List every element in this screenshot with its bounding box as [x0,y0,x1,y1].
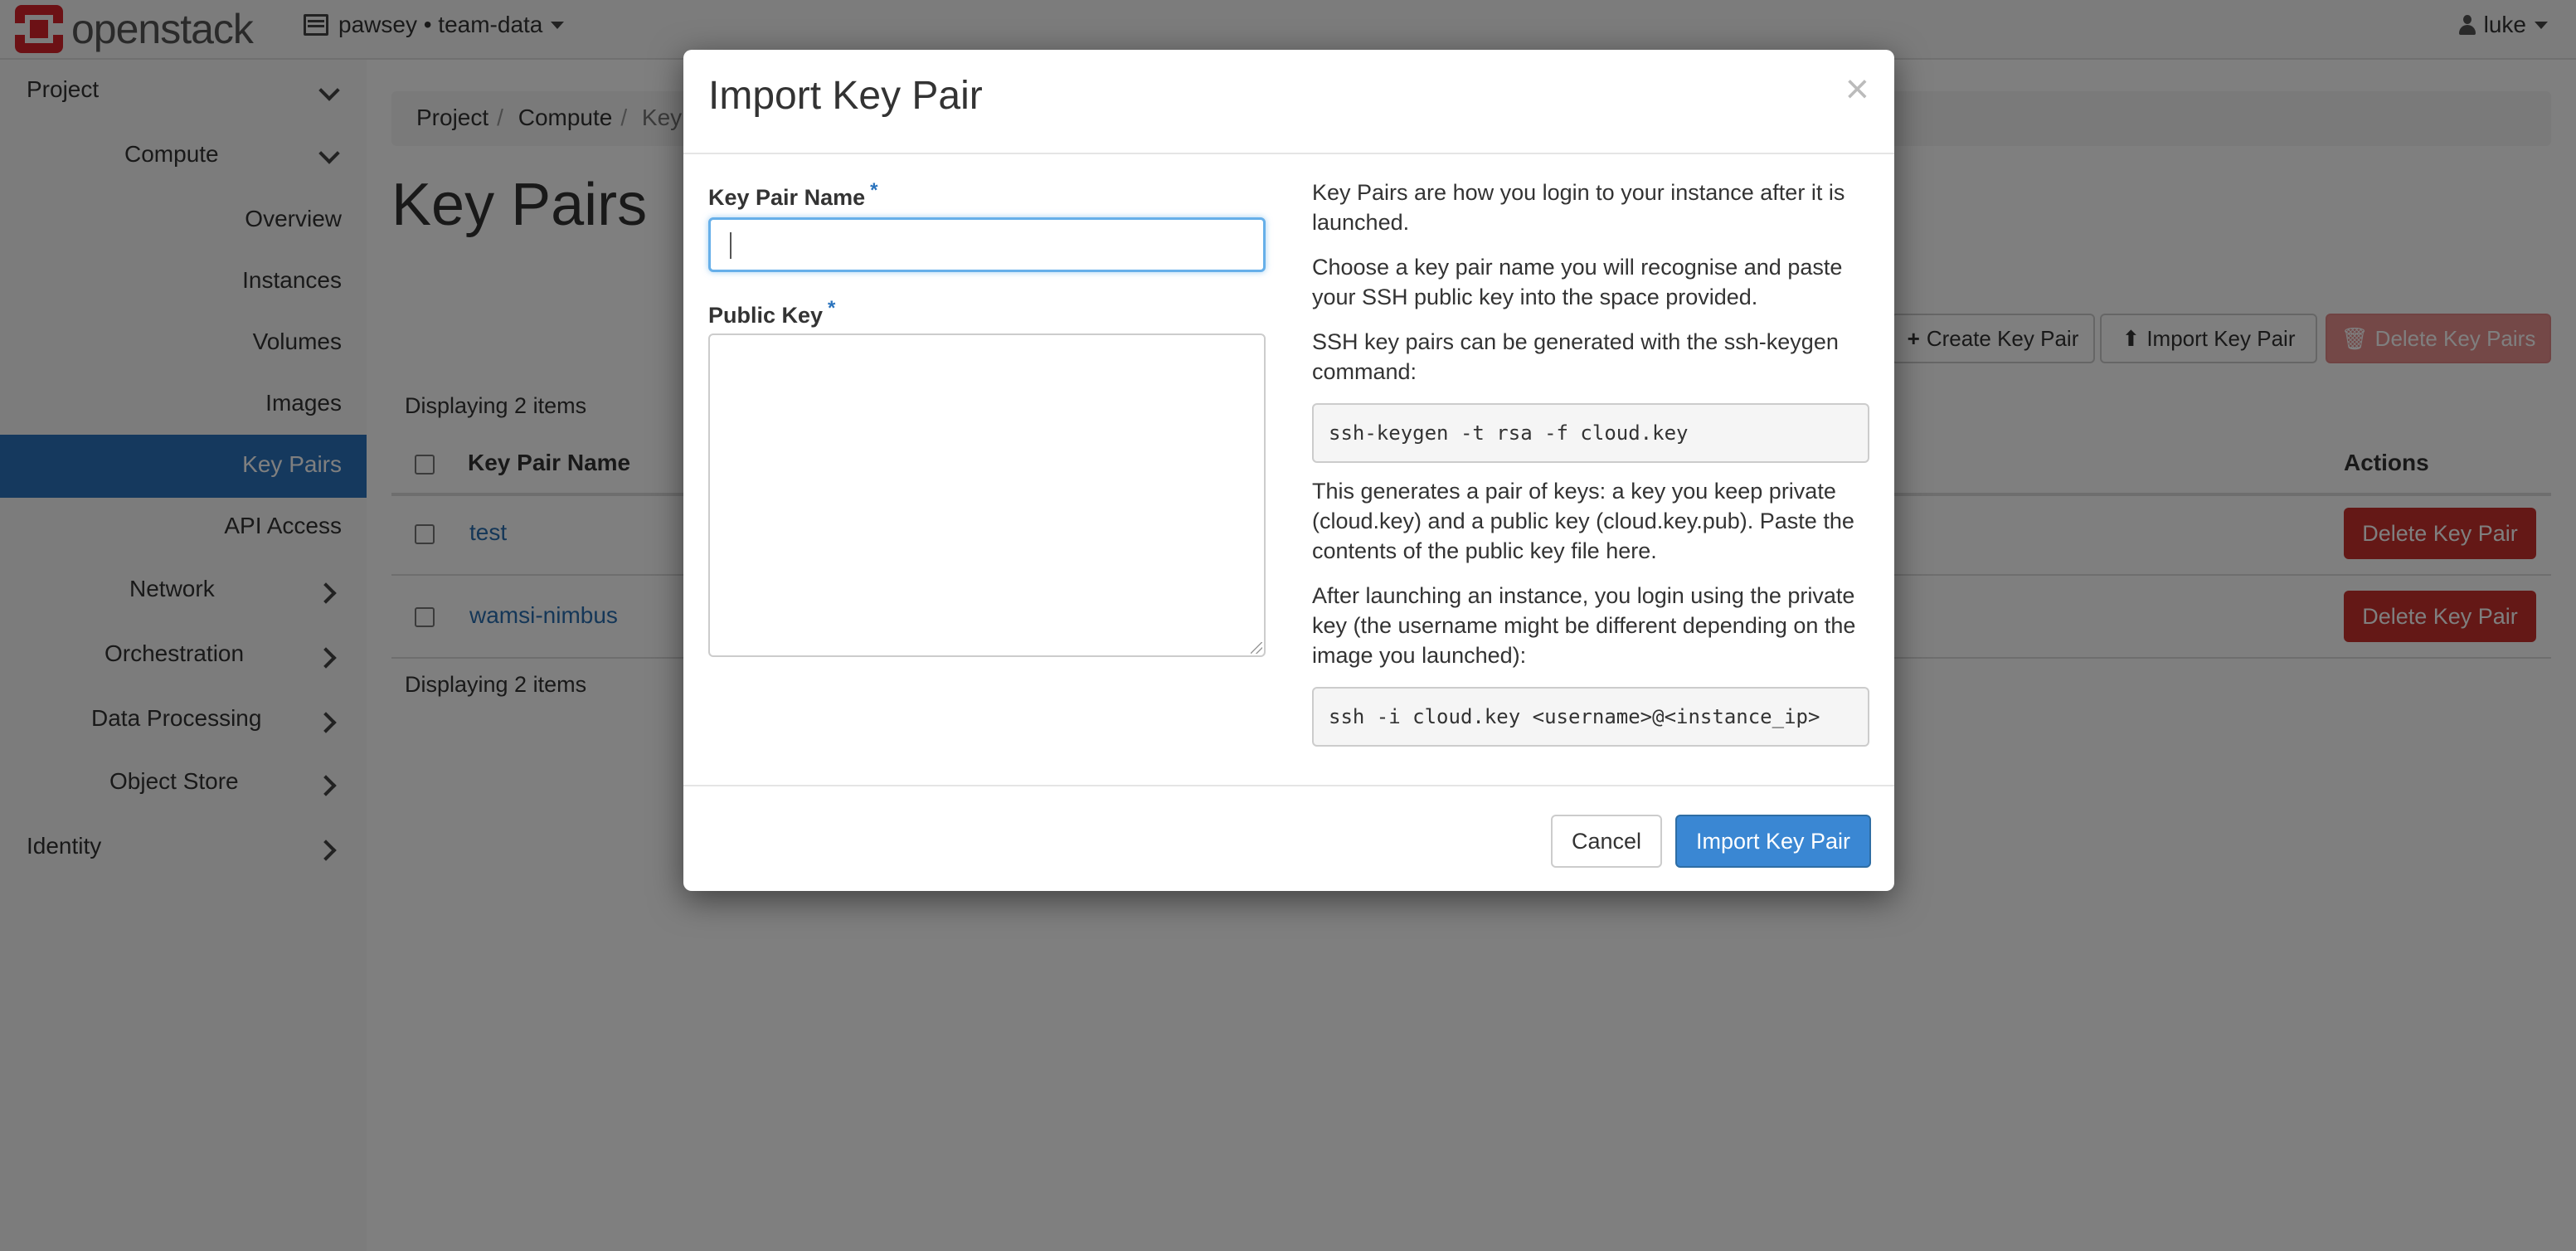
modal-title: Import Key Pair [708,74,983,118]
public-key-textarea[interactable] [708,333,1266,657]
ssh-keygen-command: ssh-keygen -t rsa -f cloud.key [1312,403,1869,463]
public-key-label-text: Public Key [708,303,824,328]
required-marker: * [870,179,878,202]
help-text: SSH key pairs can be generated with the … [1312,329,1839,384]
key-pair-name-label-text: Key Pair Name [708,185,866,210]
key-pair-name-label: Key Pair Name * [708,179,877,211]
close-icon[interactable]: × [1845,68,1869,110]
modal-footer-divider [683,785,1894,786]
ssh-login-command: ssh -i cloud.key <username>@<instance_ip… [1312,687,1869,747]
required-marker: * [828,297,836,319]
text-cursor [730,232,731,259]
help-text: After launching an instance, you login u… [1312,583,1856,668]
import-key-pair-submit-button[interactable]: Import Key Pair [1675,815,1871,868]
public-key-label: Public Key * [708,297,835,329]
key-pair-name-input[interactable] [708,217,1266,272]
help-text: Choose a key pair name you will recognis… [1312,255,1843,309]
import-key-pair-dialog: Import Key Pair × Key Pair Name * Public … [683,50,1894,891]
cancel-button[interactable]: Cancel [1551,815,1662,868]
help-text: This generates a pair of keys: a key you… [1312,479,1854,563]
modal-header: Import Key Pair × [683,50,1894,154]
resize-handle-icon[interactable] [1251,642,1262,654]
help-text: Key Pairs are how you login to your inst… [1312,180,1845,235]
